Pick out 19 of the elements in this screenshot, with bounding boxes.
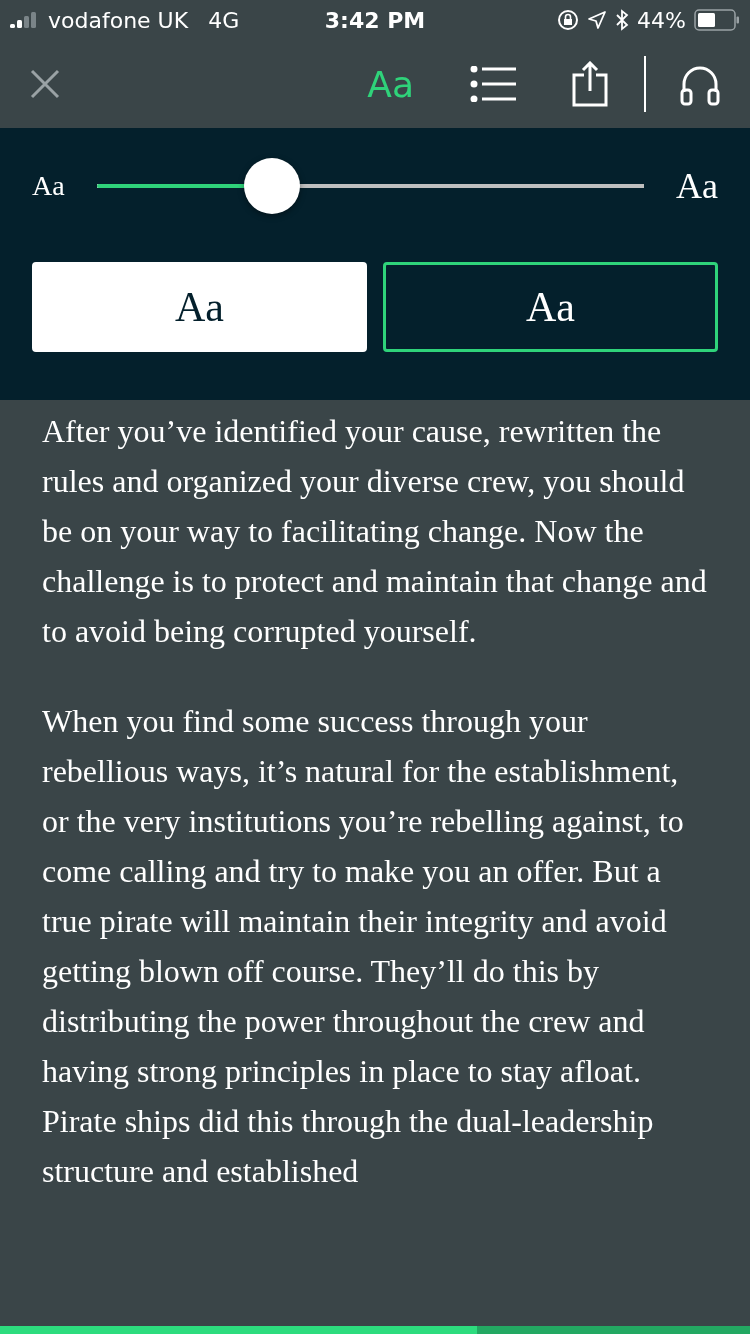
share-button[interactable] [572,61,608,107]
clock-time: 3:42 PM [324,7,426,33]
small-font-label: Aa [32,170,65,202]
battery-icon [694,9,740,31]
rotation-lock-icon [557,9,580,31]
network-type: 4G [208,7,240,33]
font-settings-button[interactable]: Aa [367,63,414,105]
article-paragraph: When you find some success through your rebellious ways, it’s natural for the establishment, or the very institutions you’re rebelling against, to come calling and try to make you an offer. But a true pirate will maintain their integrity and avoid getting blown off course. They’ll do this by distributing the power throughout the crew and having strong principles in place to stay afloat. Pirate ships did this through the dual-leadership structure and established [42,702,685,1191]
carrier-name: vodafone UK [48,7,189,33]
article-paragraph: After you’ve identified your cause, rewritten the rules and organized your diverse crew, you should be on your way to facilitating change. Now the challenge is to protect and maintain that change and to avoid being corrupted yourself. [42,412,708,651]
slider-thumb[interactable] [243,158,300,214]
large-font-label: Aa [676,165,718,207]
location-icon [587,10,608,30]
bluetooth-icon [615,9,630,31]
dark-theme-button[interactable]: Aa [383,262,718,352]
battery-percent: 44% [637,7,686,33]
light-theme-button[interactable]: Aa [32,262,367,352]
contents-list-button[interactable] [470,66,516,102]
close-button[interactable] [30,69,60,99]
